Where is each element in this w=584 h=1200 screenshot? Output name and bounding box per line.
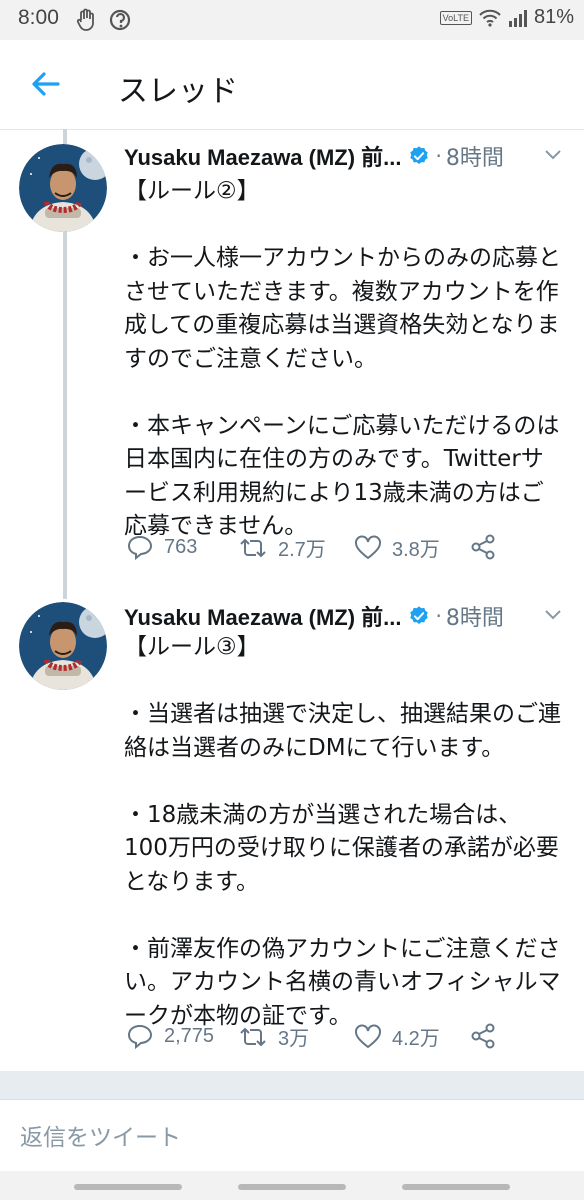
page-title: スレッド [118,74,238,109]
chevron-down-icon[interactable] [542,143,564,165]
share-icon [471,1023,495,1049]
tweet-time[interactable]: 8時間 [446,600,504,632]
heart-icon [355,535,381,559]
reply-composer: 返信をツイート [0,1099,584,1172]
chevron-down-icon[interactable] [542,603,564,625]
retweet-icon [240,538,266,557]
reply-count: 2,775 [164,1024,215,1047]
tweet-text: 【ルール②】 ・お一人様一アカウントからのみの応募とさせていただきます。複数アカ… [124,178,561,539]
reply-count: 763 [164,535,198,558]
back-arrow-icon[interactable] [28,66,64,102]
tweet-time[interactable]: 8時間 [446,140,504,172]
tweet-header: Yusaku Maezawa (MZ) 前... · 8時間 [124,599,564,633]
like-count: 3.8万 [392,539,440,561]
status-time: 8:00 [18,6,59,29]
wifi-icon [479,9,501,27]
author-name[interactable]: Yusaku Maezawa (MZ) 前... [124,140,402,172]
heart-icon [355,1024,381,1048]
retweet-icon [240,1027,266,1046]
tweet-actions: 2,775 3万 4.2万 [126,1022,556,1056]
reply-icon [127,535,153,561]
nav-recents-button[interactable] [74,1184,182,1190]
like-button[interactable]: 3.8万 [354,533,440,562]
retweet-button[interactable]: 2.7万 [238,533,326,562]
hand-notification-icon [76,8,94,31]
system-nav-bar [0,1171,584,1200]
share-icon [471,534,495,560]
retweet-button[interactable]: 3万 [238,1022,309,1051]
avatar[interactable] [19,144,107,232]
reply-input[interactable]: 返信をツイート [20,1118,181,1152]
separator-dot: · [435,144,442,168]
tweet-header: Yusaku Maezawa (MZ) 前... · 8時間 [124,139,564,173]
nav-back-button[interactable] [402,1184,510,1190]
tweet-text: 【ルール③】 ・当選者は抽選で決定し、抽選結果のご連絡は当選者のみにDMにて行い… [124,634,561,1029]
status-right: VoLTE 81% [439,6,574,29]
like-button[interactable]: 4.2万 [354,1022,440,1051]
status-bar: 8:00 VoLTE 81% [0,0,584,40]
volte-icon: VoLTE [439,10,472,25]
retweet-count: 3万 [278,1028,310,1050]
share-button[interactable] [470,533,496,561]
avatar[interactable] [19,602,107,690]
author-name[interactable]: Yusaku Maezawa (MZ) 前... [124,600,402,632]
app-header: スレッド [0,40,584,130]
sync-notification-icon [109,9,131,31]
verified-badge-icon [409,146,428,164]
share-button[interactable] [470,1022,496,1050]
reply-icon [127,1024,153,1050]
tweet-actions: 763 2.7万 3.8万 [126,533,556,567]
reply-button[interactable]: 2,775 [126,1022,214,1050]
nav-home-button[interactable] [238,1184,346,1190]
separator-dot: · [435,604,442,628]
like-count: 4.2万 [392,1028,440,1050]
verified-badge-icon [409,606,428,624]
retweet-count: 2.7万 [278,539,326,561]
thread-end-separator [0,1071,584,1099]
signal-icon [508,9,527,27]
reply-button[interactable]: 763 [126,533,197,561]
battery-level: 81% [533,6,574,28]
